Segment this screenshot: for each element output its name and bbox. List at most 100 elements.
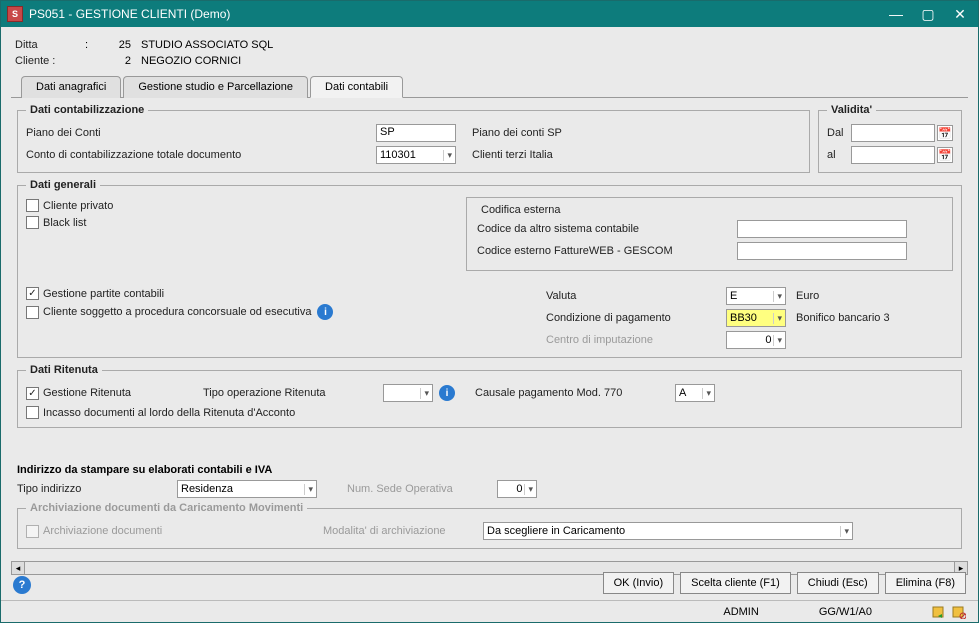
- codice-altro-label: Codice da altro sistema contabile: [477, 223, 737, 235]
- cliente-label: Cliente :: [15, 55, 85, 67]
- cliente-concorsuale-label: Cliente soggetto a procedura concorsuale…: [43, 306, 311, 318]
- validita-al-input[interactable]: [851, 146, 935, 164]
- validita-al-label: al: [827, 149, 851, 161]
- tab-bar: Dati anagrafici Gestione studio e Parcel…: [1, 75, 978, 97]
- dati-ritenuta-group: Dati Ritenuta Gestione Ritenuta Tipo ope…: [17, 364, 962, 428]
- ditta-label: Ditta: [15, 39, 85, 51]
- info-icon[interactable]: i: [439, 385, 455, 401]
- dati-generali-group: Dati generali Cliente privato Black list…: [17, 179, 962, 358]
- close-button[interactable]: ✕: [948, 5, 972, 23]
- tab-gestione-studio[interactable]: Gestione studio e Parcellazione: [123, 76, 308, 98]
- incasso-lordo-checkbox[interactable]: [26, 406, 39, 419]
- tab-dati-contabili[interactable]: Dati contabili: [310, 76, 403, 98]
- ditta-value: STUDIO ASSOCIATO SQL: [141, 39, 273, 51]
- tab-content: Dati contabilizzazione Piano dei Conti S…: [11, 97, 968, 561]
- dati-contabilizzazione-legend: Dati contabilizzazione: [26, 104, 148, 116]
- scelta-cliente-button[interactable]: Scelta cliente (F1): [680, 572, 791, 594]
- causale-770-select[interactable]: A▾: [675, 384, 715, 402]
- piano-conti-input[interactable]: SP: [376, 124, 456, 142]
- cliente-privato-label: Cliente privato: [43, 200, 113, 212]
- calendar-icon[interactable]: 📅: [937, 125, 953, 141]
- centro-imputazione-label: Centro di imputazione: [546, 334, 726, 346]
- piano-conti-label: Piano dei Conti: [26, 127, 376, 139]
- cond-pagamento-desc: Bonifico bancario 3: [796, 312, 890, 324]
- conto-contab-desc: Clienti terzi Italia: [472, 149, 553, 161]
- num-sede-select[interactable]: 0▾: [497, 480, 537, 498]
- app-icon: S: [7, 6, 23, 22]
- chevron-down-icon: ▾: [420, 388, 429, 399]
- incasso-lordo-label: Incasso documenti al lordo della Ritenut…: [43, 407, 295, 419]
- help-icon[interactable]: ?: [13, 576, 31, 594]
- tipo-operazione-select[interactable]: ▾: [383, 384, 433, 402]
- minimize-button[interactable]: —: [884, 5, 908, 23]
- valuta-desc: Euro: [796, 290, 819, 302]
- gestione-ritenuta-label: Gestione Ritenuta: [43, 387, 203, 399]
- tipo-indirizzo-label: Tipo indirizzo: [17, 483, 177, 495]
- causale-770-label: Causale pagamento Mod. 770: [475, 387, 675, 399]
- valuta-label: Valuta: [546, 290, 726, 302]
- validita-dal-input[interactable]: [851, 124, 935, 142]
- validita-legend: Validita': [827, 104, 876, 116]
- validita-group: Validita' Dal 📅 al 📅: [818, 104, 962, 173]
- archiviazione-label: Archiviazione documenti: [43, 525, 323, 537]
- num-sede-label: Num. Sede Operativa: [347, 483, 497, 495]
- tab-dati-anagrafici[interactable]: Dati anagrafici: [21, 76, 121, 98]
- title-bar: S PS051 - GESTIONE CLIENTI (Demo) — ▢ ✕: [1, 1, 978, 27]
- piano-conti-desc: Piano dei conti SP: [472, 127, 562, 139]
- archiviazione-group: Archiviazione documenti da Caricamento M…: [17, 502, 962, 549]
- elimina-button[interactable]: Elimina (F8): [885, 572, 966, 594]
- cliente-number: 2: [105, 55, 141, 67]
- codice-altro-input[interactable]: [737, 220, 907, 238]
- archiviazione-legend: Archiviazione documenti da Caricamento M…: [26, 502, 307, 514]
- cliente-privato-checkbox[interactable]: [26, 199, 39, 212]
- validita-dal-label: Dal: [827, 127, 851, 139]
- footer-buttons: OK (Invio) Scelta cliente (F1) Chiudi (E…: [603, 572, 966, 594]
- modalita-arch-label: Modalita' di archiviazione: [323, 525, 483, 537]
- chevron-down-icon: ▾: [304, 484, 313, 495]
- ditta-number: 25: [105, 39, 141, 51]
- modalita-arch-select[interactable]: Da scegliere in Caricamento▾: [483, 522, 853, 540]
- ok-button[interactable]: OK (Invio): [603, 572, 675, 594]
- chevron-down-icon: ▾: [840, 526, 849, 537]
- chevron-down-icon: ▾: [773, 291, 782, 302]
- cliente-concorsuale-checkbox[interactable]: [26, 306, 39, 319]
- dati-generali-legend: Dati generali: [26, 179, 100, 191]
- tipo-indirizzo-select[interactable]: Residenza▾: [177, 480, 317, 498]
- status-bar: ADMIN GG/W1/A0: [1, 600, 978, 622]
- conto-contab-select[interactable]: 110301▾: [376, 146, 456, 164]
- gestione-partite-label: Gestione partite contabili: [43, 288, 164, 300]
- gestione-ritenuta-checkbox[interactable]: [26, 387, 39, 400]
- chevron-down-icon: ▾: [702, 388, 711, 399]
- dati-contabilizzazione-group: Dati contabilizzazione Piano dei Conti S…: [17, 104, 810, 173]
- archiviazione-checkbox: [26, 525, 39, 538]
- header-info: Ditta : 25 STUDIO ASSOCIATO SQL Cliente …: [1, 27, 978, 75]
- status-icon-1[interactable]: [932, 605, 946, 619]
- codice-fweb-label: Codice esterno FattureWEB - GESCOM: [477, 245, 737, 257]
- valuta-select[interactable]: E▾: [726, 287, 786, 305]
- cond-pagamento-select[interactable]: BB30▾: [726, 309, 786, 327]
- cliente-value: NEGOZIO CORNICI: [141, 55, 241, 67]
- black-list-label: Black list: [43, 217, 86, 229]
- dati-ritenuta-legend: Dati Ritenuta: [26, 364, 102, 376]
- centro-imputazione-select[interactable]: 0▾: [726, 331, 786, 349]
- chevron-down-icon: ▾: [443, 150, 452, 161]
- status-code: GG/W1/A0: [819, 606, 872, 618]
- maximize-button[interactable]: ▢: [916, 5, 940, 23]
- black-list-checkbox[interactable]: [26, 216, 39, 229]
- status-icon-2[interactable]: [952, 605, 966, 619]
- codice-fweb-input[interactable]: [737, 242, 907, 260]
- codifica-esterna-legend: Codifica esterna: [477, 204, 565, 216]
- status-user: ADMIN: [723, 606, 758, 618]
- gestione-partite-checkbox[interactable]: [26, 287, 39, 300]
- chevron-down-icon: ▾: [773, 335, 782, 346]
- chevron-down-icon: ▾: [524, 484, 533, 495]
- info-icon[interactable]: i: [317, 304, 333, 320]
- tipo-operazione-label: Tipo operazione Ritenuta: [203, 387, 383, 399]
- calendar-icon[interactable]: 📅: [937, 147, 953, 163]
- codifica-esterna-group: Codifica esterna Codice da altro sistema…: [466, 197, 953, 271]
- chevron-down-icon: ▾: [773, 313, 782, 324]
- cond-pagamento-label: Condizione di pagamento: [546, 312, 726, 324]
- scroll-left-button[interactable]: ◂: [11, 561, 25, 575]
- chiudi-button[interactable]: Chiudi (Esc): [797, 572, 879, 594]
- window-title: PS051 - GESTIONE CLIENTI (Demo): [29, 7, 884, 21]
